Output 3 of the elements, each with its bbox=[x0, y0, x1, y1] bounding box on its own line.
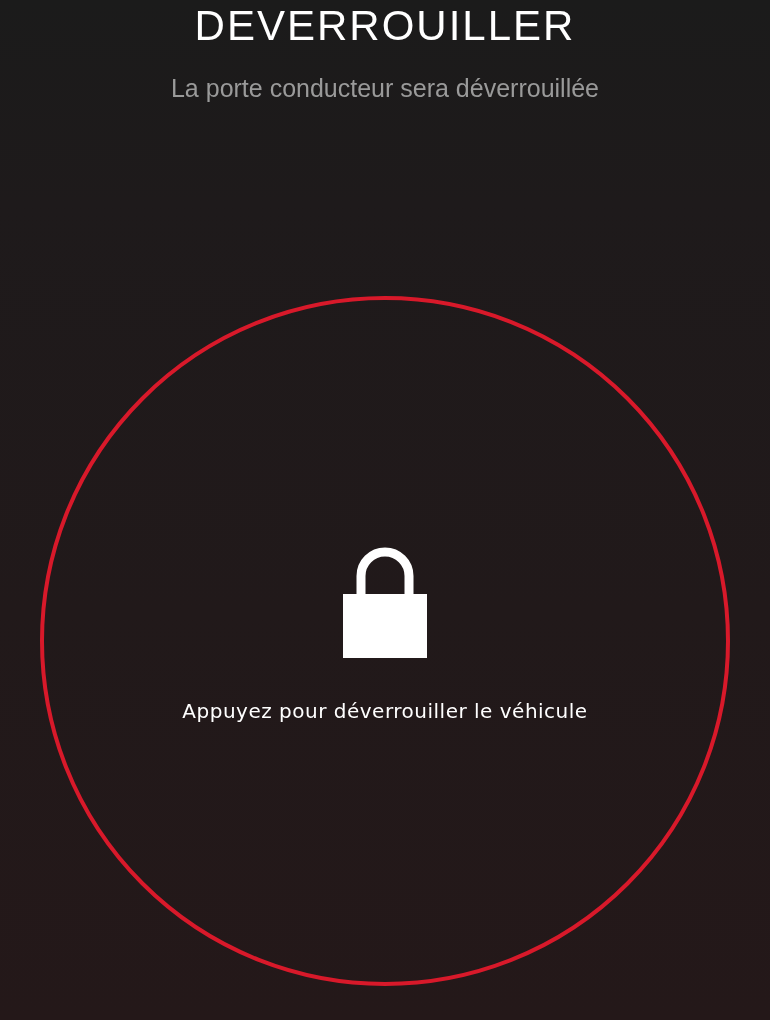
unlock-button[interactable]: Appuyez pour déverrouiller le véhicule bbox=[40, 296, 730, 986]
page-subtitle: La porte conducteur sera déverrouillée bbox=[170, 73, 599, 104]
page-title: DEVERROUILLER bbox=[194, 2, 576, 50]
